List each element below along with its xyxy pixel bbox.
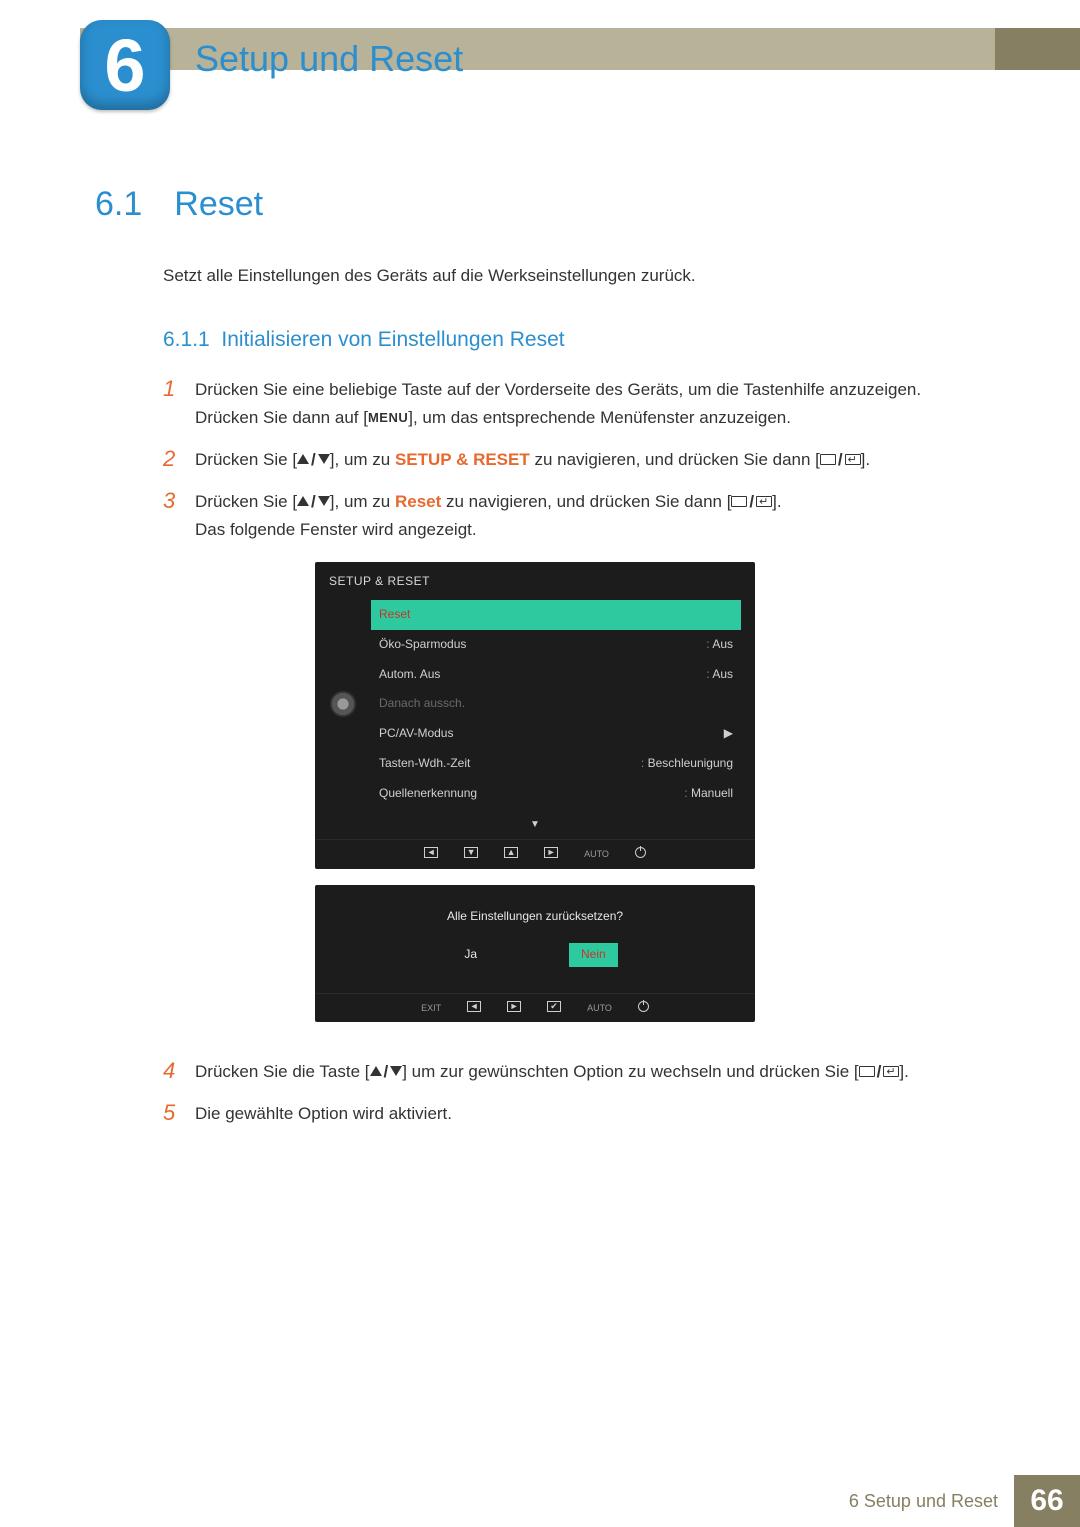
osd-item-label: Autom. Aus [379, 665, 440, 685]
osd-item-value: Manuell [684, 784, 733, 804]
confirm-yes-button[interactable]: Ja [452, 943, 489, 967]
source-icon [859, 1066, 875, 1077]
nav-target: SETUP & RESET [395, 450, 530, 469]
enter-icon [883, 1066, 899, 1077]
subsection-title: Initialisieren von Einstellungen Reset [221, 328, 564, 351]
scroll-down-indicator: ▼ [315, 817, 755, 840]
confirm-question: Alle Einstellungen zurücksetzen? [315, 885, 755, 943]
osd-item-label: Öko-Sparmodus [379, 635, 466, 655]
osd-item-value: Aus [706, 665, 733, 685]
submenu-arrow-icon: ▶ [724, 724, 733, 744]
osd-menu-item[interactable]: Tasten-Wdh.-Zeit Beschleunigung [371, 749, 741, 779]
section-title: Reset [174, 185, 263, 224]
nav-down-icon: ▼ [464, 847, 478, 858]
osd-menu-item[interactable]: PC/AV-Modus ▶ [371, 719, 741, 749]
nav-right-icon: ► [507, 1001, 521, 1012]
triangle-down-icon [318, 454, 330, 464]
step-1-line1: Drücken Sie eine beliebige Taste auf der… [195, 380, 921, 399]
auto-label: AUTO [587, 1001, 612, 1016]
subsection-number: 6.1.1 [163, 328, 210, 351]
nav-right-icon: ► [544, 847, 558, 858]
triangle-down-icon [390, 1066, 402, 1076]
step-1-post: ], um das entsprechende Menüfenster anzu… [408, 408, 791, 427]
exit-label: EXIT [421, 1001, 441, 1016]
osd-menu-item[interactable]: Reset [371, 600, 741, 630]
osd-item-label: PC/AV-Modus [379, 724, 453, 744]
osd-menu-item[interactable]: Danach aussch. [371, 689, 741, 719]
osd-title: SETUP & RESET [315, 562, 755, 600]
chapter-title: Setup und Reset [195, 38, 463, 80]
osd-footer-hints: ◄ ▼ ▲ ► AUTO [315, 839, 755, 869]
step-1-pre: Drücken Sie dann auf [ [195, 408, 368, 427]
step-3-extra: Das folgende Fenster wird angezeigt. [195, 520, 477, 539]
footer-chapter-label: 6 Setup und Reset [849, 1491, 1014, 1512]
confirm-no-button[interactable]: Nein [569, 943, 618, 967]
osd-menu-item[interactable]: Quellenerkennung Manuell [371, 779, 741, 809]
osd-item-label: Quellenerkennung [379, 784, 477, 804]
auto-label: AUTO [584, 847, 609, 862]
step-5-text: Die gewählte Option wird aktiviert. [195, 1100, 995, 1128]
osd-item-value: Aus [706, 635, 733, 655]
nav-left-icon: ◄ [424, 847, 438, 858]
osd-confirm-footer: EXIT ◄ ► ✔ AUTO [315, 993, 755, 1023]
menu-icon: MENU [368, 410, 408, 425]
chapter-number-chip: 6 [80, 20, 170, 110]
power-icon [635, 847, 646, 858]
osd-menu-item[interactable]: Öko-Sparmodus Aus [371, 630, 741, 660]
nav-up-icon: ▲ [504, 847, 518, 858]
osd-setup-reset-menu: SETUP & RESET ResetÖko-SparmodusAusAutom… [315, 562, 755, 869]
osd-menu-list: Reset Öko-Sparmodus Aus Autom. Aus Aus Danach… [371, 600, 755, 809]
osd-menu-item[interactable]: Autom. Aus Aus [371, 660, 741, 690]
source-icon [820, 454, 836, 465]
enter-icon [756, 496, 772, 507]
page-footer: 6 Setup und Reset 66 [0, 1475, 1080, 1527]
osd-item-label: Danach aussch. [379, 694, 465, 714]
step-1: 1 Drücken Sie eine beliebige Taste auf d… [163, 376, 995, 432]
osd-confirm-dialog: Alle Einstellungen zurücksetzen? Ja Nein… [315, 885, 755, 1022]
enter-icon [845, 454, 861, 465]
subsection-heading: 6.1.1 Initialisieren von Einstellungen R… [163, 328, 995, 352]
gear-icon [330, 691, 356, 717]
triangle-up-icon [370, 1066, 382, 1076]
triangle-up-icon [297, 496, 309, 506]
section-intro: Setzt alle Einstellungen des Geräts auf … [163, 266, 995, 286]
step-3: 3 Drücken Sie [/], um zu Reset zu navigi… [163, 488, 995, 1044]
triangle-down-icon [318, 496, 330, 506]
nav-left-icon: ◄ [467, 1001, 481, 1012]
nav-target: Reset [395, 492, 441, 511]
source-icon [731, 496, 747, 507]
page-number: 66 [1014, 1475, 1080, 1527]
section-number: 6.1 [95, 185, 142, 224]
section-heading: 6.1 Reset [95, 185, 995, 224]
triangle-up-icon [297, 454, 309, 464]
osd-item-label: Reset [379, 605, 410, 625]
step-2: 2 Drücken Sie [/], um zu SETUP & RESET z… [163, 446, 995, 474]
step-4: 4 Drücken Sie die Taste [/] um zur gewün… [163, 1058, 995, 1086]
osd-item-label: Tasten-Wdh.-Zeit [379, 754, 470, 774]
step-5: 5 Die gewählte Option wird aktiviert. [163, 1100, 995, 1128]
power-icon [638, 1001, 649, 1012]
osd-item-value: Beschleunigung [641, 754, 733, 774]
nav-select-icon: ✔ [547, 1001, 561, 1012]
